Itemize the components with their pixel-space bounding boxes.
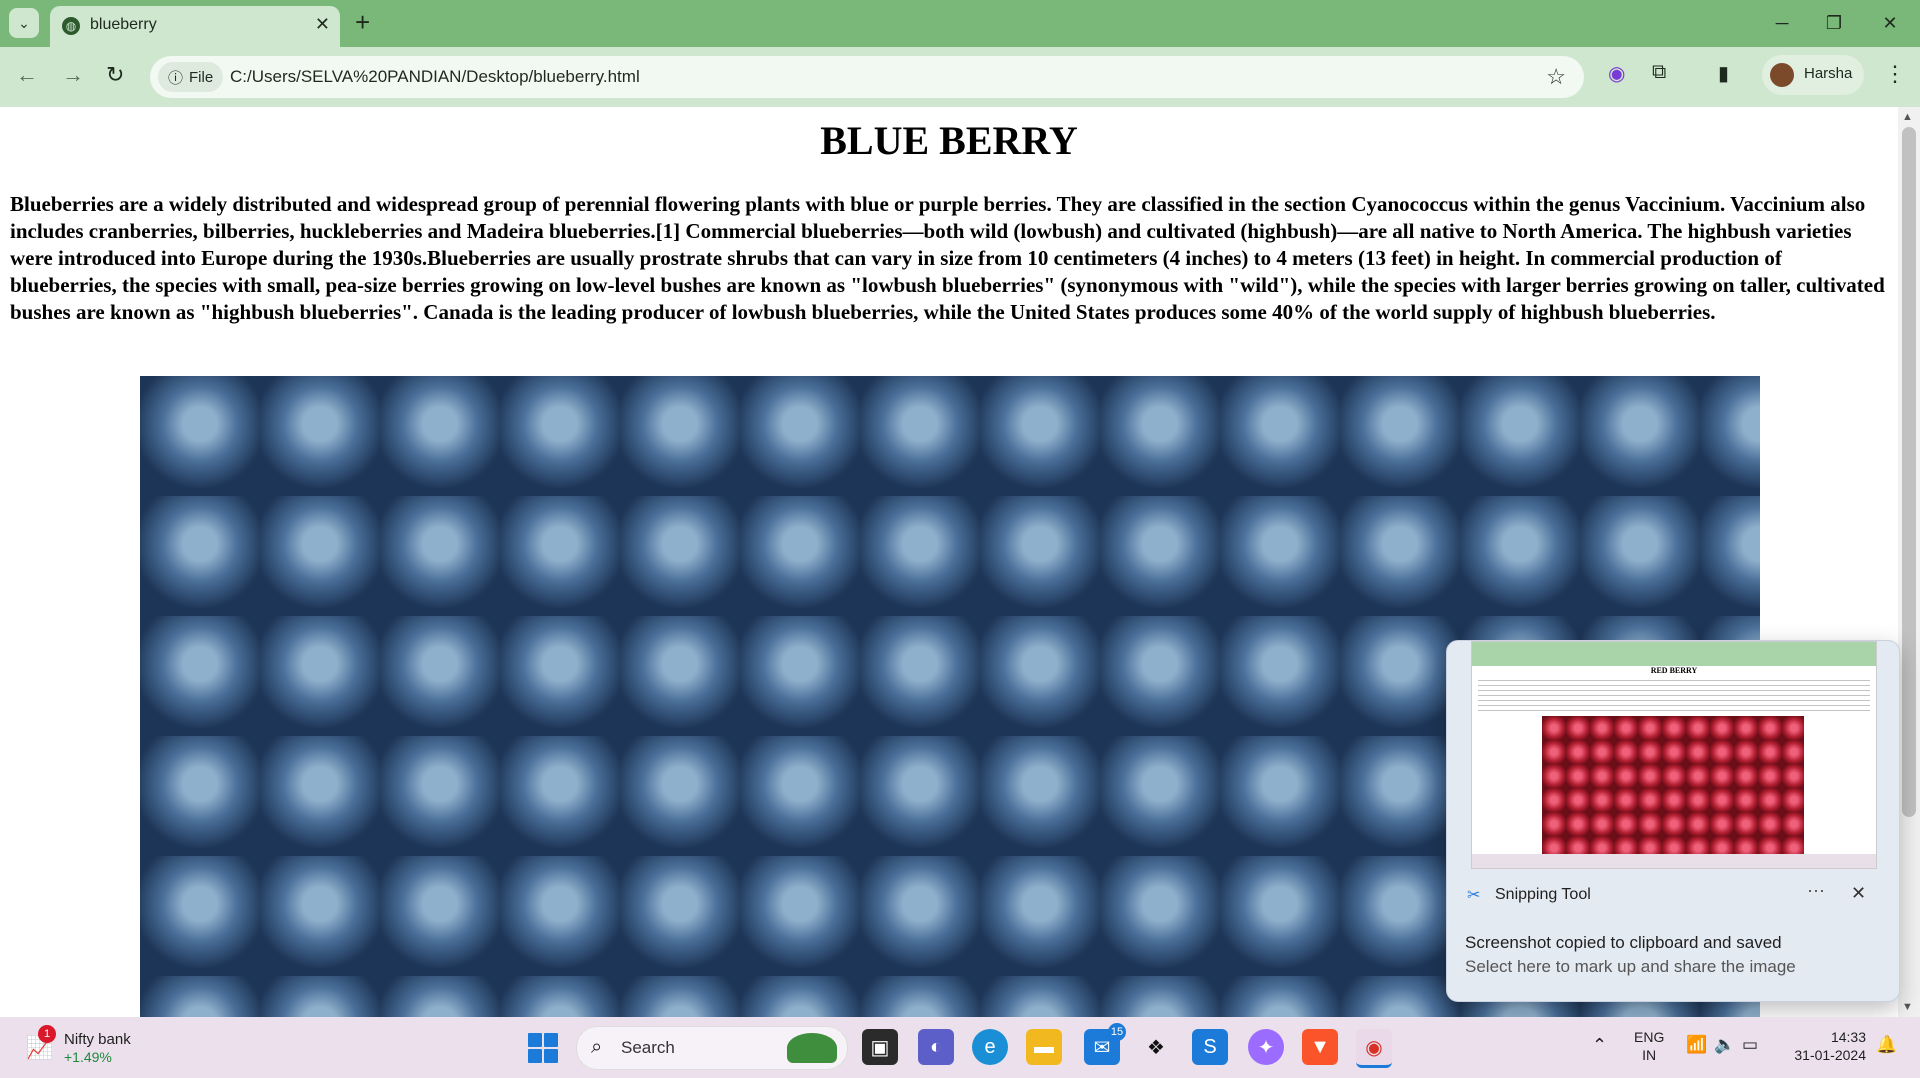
file-explorer-icon[interactable]: ▬ — [1026, 1029, 1062, 1065]
back-icon[interactable]: ← — [16, 62, 38, 88]
site-info-chip[interactable]: ⓘ File — [158, 62, 224, 92]
time: 14:33 — [1830, 1029, 1866, 1045]
task-view-icon[interactable]: ▣ — [862, 1029, 898, 1065]
tab-blueberry[interactable]: ◍ blueberry ✕ — [50, 6, 340, 47]
avatar — [1770, 63, 1794, 87]
clock[interactable]: 14:33 31-01-2024 — [1780, 1028, 1866, 1064]
close-icon[interactable]: ✕ — [315, 14, 330, 35]
extension-icon[interactable]: ◉ — [1608, 61, 1625, 86]
bell-icon[interactable]: 🔔 — [1876, 1035, 1897, 1055]
page-title: BLUE BERRY — [820, 118, 1078, 163]
plus-icon[interactable]: + — [355, 8, 370, 36]
chrome-icon[interactable]: ◉ — [1356, 1029, 1392, 1068]
scroll-down-icon[interactable]: ▼ — [1902, 1001, 1913, 1013]
widget-value: +1.49% — [64, 1049, 112, 1065]
raspberry-image — [1542, 716, 1804, 856]
minimize-icon[interactable]: ─ — [1762, 8, 1802, 38]
puzzle-icon[interactable]: ⧉ — [1652, 61, 1666, 84]
preview-browser-bar — [1472, 642, 1876, 666]
lang-region: IN — [1642, 1047, 1657, 1063]
search-highlight-art — [787, 1033, 837, 1063]
preview-text-lines — [1478, 680, 1870, 714]
battery-icon[interactable]: ▭ — [1742, 1035, 1758, 1055]
preview-title: RED BERRY — [1650, 666, 1698, 675]
restore-icon[interactable]: ❐ — [1814, 8, 1854, 38]
close-icon[interactable]: ✕ — [1851, 883, 1866, 904]
profile-button[interactable]: Harsha — [1762, 55, 1864, 95]
notification-badge: 1 — [38, 1025, 56, 1043]
teams-icon[interactable]: ◐ — [918, 1029, 954, 1065]
file-chip-label: File — [189, 68, 214, 86]
mail-badge: 15 — [1108, 1023, 1126, 1041]
widget-title: Nifty bank — [64, 1031, 131, 1048]
mail-icon[interactable]: ✉ 15 — [1084, 1023, 1126, 1065]
scroll-up-icon[interactable]: ▲ — [1902, 111, 1913, 123]
snipping-tool-notification[interactable]: RED BERRY ✂ Snipping Tool ⋯ ✕ Screenshot… — [1446, 640, 1900, 1002]
language-indicator[interactable]: ENG IN — [1634, 1028, 1664, 1064]
tab-strip: ⌄ ◍ blueberry ✕ + ─ ❐ ✕ — [0, 0, 1920, 47]
profile-name: Harsha — [1804, 65, 1853, 82]
chevron-up-icon[interactable]: ⌃ — [1592, 1035, 1607, 1056]
scroll-thumb[interactable] — [1902, 127, 1916, 817]
search-icon: ⌕ — [591, 1036, 603, 1058]
forward-icon[interactable]: → — [62, 62, 84, 88]
browser-toolbar: ← → ↻ ⓘ File C:/Users/SELVA%20PANDIAN/De… — [0, 47, 1920, 107]
toast-heading: Screenshot copied to clipboard and saved — [1465, 933, 1782, 952]
screenshot-preview[interactable]: RED BERRY — [1471, 641, 1877, 869]
toast-subtext: Select here to mark up and share the ima… — [1465, 957, 1796, 976]
dropbox-icon[interactable]: ❖ — [1138, 1029, 1174, 1065]
snipping-tool-icon: ✂ — [1467, 887, 1481, 904]
side-panel-icon[interactable]: ▮ — [1718, 61, 1729, 86]
wifi-icon[interactable]: 📶 — [1686, 1035, 1707, 1055]
brave-icon[interactable]: ▼ — [1302, 1029, 1338, 1065]
taskbar-search[interactable]: ⌕ Search — [576, 1026, 848, 1070]
volume-icon[interactable]: 🔈 — [1714, 1035, 1735, 1055]
description-paragraph: Blueberries are a widely distributed and… — [10, 192, 1885, 324]
star-icon[interactable]: ☆ — [1546, 64, 1566, 90]
tab-title: blueberry — [90, 16, 157, 33]
search-placeholder: Search — [621, 1038, 675, 1057]
taskbar: 📈 1 Nifty bank +1.49% ⌕ Search ▣ ◐ e ▬ ✉… — [0, 1017, 1920, 1078]
address-bar[interactable]: ⓘ File C:/Users/SELVA%20PANDIAN/Desktop/… — [150, 56, 1584, 98]
more-icon[interactable]: ⋯ — [1807, 881, 1825, 902]
lang-code: ENG — [1634, 1029, 1665, 1045]
toast-app-name: Snipping Tool — [1495, 886, 1591, 903]
tab-search-icon[interactable]: ⌄ — [9, 8, 39, 38]
close-window-icon[interactable]: ✕ — [1870, 8, 1910, 38]
edge-icon[interactable]: e — [972, 1029, 1008, 1065]
scrollbar[interactable]: ▲ ▼ — [1898, 107, 1920, 1017]
info-icon: ⓘ — [168, 69, 184, 87]
market-widget[interactable]: 📈 1 Nifty bank +1.49% — [24, 1025, 154, 1069]
preview-taskbar — [1472, 854, 1876, 868]
more-icon[interactable]: ⋮ — [1884, 61, 1906, 87]
app-s-icon[interactable]: S — [1192, 1029, 1228, 1065]
date: 31-01-2024 — [1794, 1047, 1866, 1063]
globe-icon: ◍ — [62, 17, 80, 35]
copilot-icon[interactable]: ✦ — [1248, 1029, 1284, 1065]
windows-start-icon[interactable] — [528, 1033, 558, 1063]
url-text[interactable]: C:/Users/SELVA%20PANDIAN/Desktop/blueber… — [230, 67, 640, 87]
reload-icon[interactable]: ↻ — [106, 62, 124, 88]
